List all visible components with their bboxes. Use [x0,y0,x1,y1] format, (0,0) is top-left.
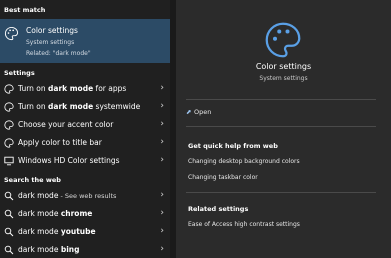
web-result-label: dark mode chrome [18,209,93,218]
help-heading: Get quick help from web [188,142,278,150]
best-match-subtitle: System settings [26,39,75,46]
web-result-label: dark mode bing [18,245,80,254]
palette-icon [4,26,19,41]
settings-result-item[interactable]: Choose your accent color › [0,117,170,133]
chevron-right-icon: › [160,101,164,111]
web-result-label: dark mode youtube [18,227,96,236]
web-result-item[interactable]: dark mode - See web results › [0,188,170,204]
paint-icon [4,102,14,112]
web-result-item[interactable]: dark mode chrome › [0,206,170,222]
help-link[interactable]: Changing taskbar color [188,174,258,181]
detail-subtitle: System settings [259,75,308,82]
chevron-right-icon: › [160,137,164,147]
chevron-right-icon: › [160,155,164,165]
paint-icon [4,84,14,94]
search-icon [4,191,14,201]
open-label: Open [194,108,212,116]
web-result-item[interactable]: dark mode bing › [0,242,170,258]
best-match-related: Related: "dark mode" [26,50,91,57]
chevron-right-icon: › [160,226,164,236]
paint-icon [4,120,14,130]
settings-result-label: Turn on dark mode for apps [18,84,127,93]
related-link[interactable]: Ease of Access high contrast settings [188,221,300,228]
detail-title: Color settings [255,62,312,71]
divider [186,126,376,127]
settings-result-label: Apply color to title bar [18,138,102,147]
search-web-heading: Search the web [4,176,61,184]
open-button[interactable]: ⬈ Open [186,108,211,116]
best-match-title: Color settings [26,26,78,35]
chevron-right-icon: › [160,83,164,93]
settings-heading: Settings [4,69,35,77]
settings-result-item[interactable]: Windows HD Color settings › [0,153,170,169]
settings-result-item[interactable]: Turn on dark mode for apps › [0,81,170,97]
settings-result-item[interactable]: Apply color to title bar › [0,135,170,151]
divider [186,192,376,193]
search-icon [4,245,14,255]
best-match-heading: Best match [4,6,46,14]
search-icon [4,227,14,237]
settings-result-label: Choose your accent color [18,120,114,129]
settings-result-label: Windows HD Color settings [18,156,120,165]
chevron-right-icon: › [160,208,164,218]
chevron-right-icon: › [160,190,164,200]
chevron-right-icon: › [160,119,164,129]
related-heading: Related settings [188,205,249,213]
paint-icon [4,138,14,148]
palette-icon [265,22,301,58]
chevron-right-icon: › [160,244,164,254]
best-match-item[interactable]: Color settings System settings Related: … [0,19,170,63]
help-link[interactable]: Changing desktop background colors [188,158,300,165]
web-result-item[interactable]: dark mode youtube › [0,224,170,240]
open-icon: ⬈ [186,108,192,116]
web-result-label: dark mode - See web results [18,191,117,200]
divider [186,99,376,100]
settings-result-label: Turn on dark mode systemwide [18,102,141,111]
monitor-icon [4,156,14,166]
search-icon [4,209,14,219]
settings-result-item[interactable]: Turn on dark mode systemwide › [0,99,170,115]
